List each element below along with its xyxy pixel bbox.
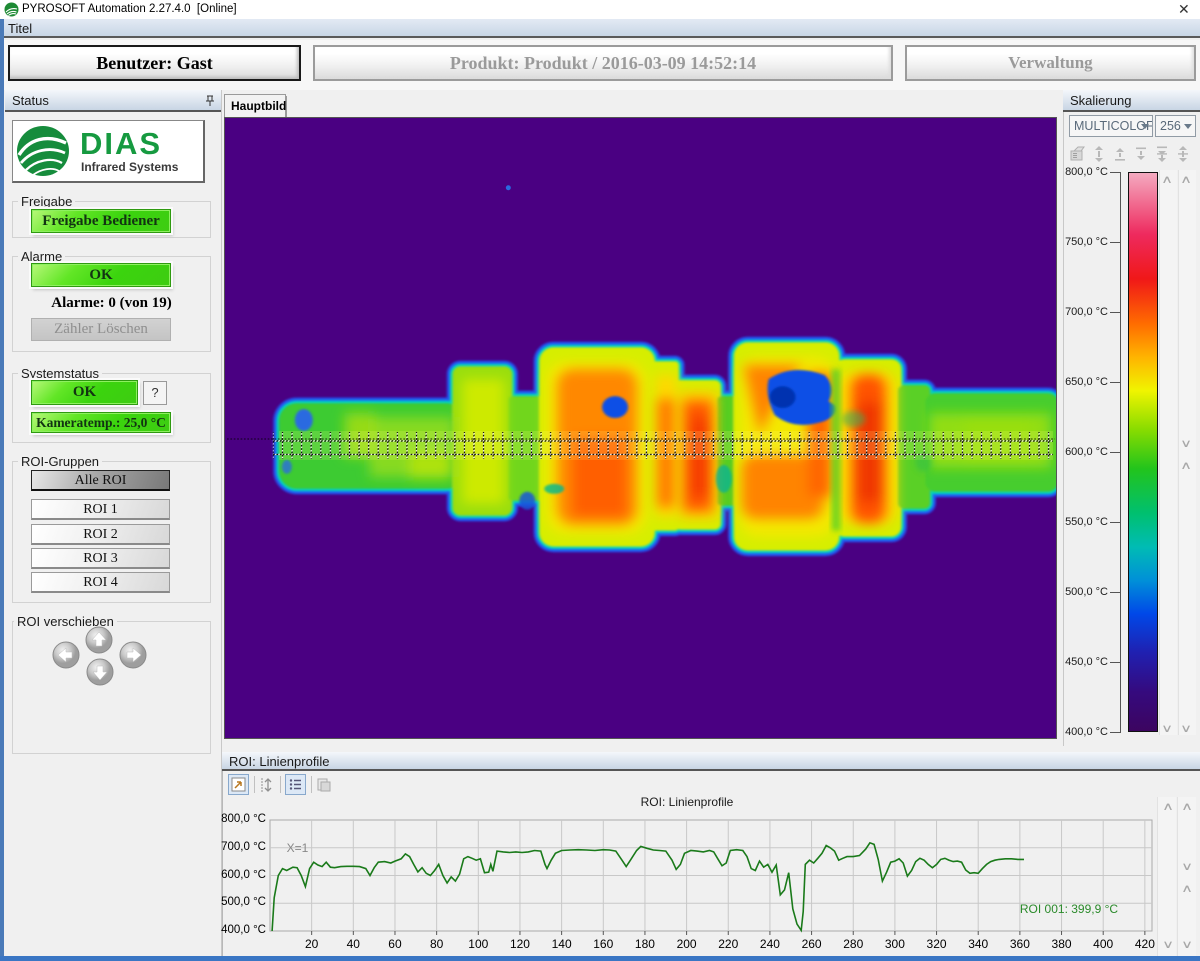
svg-text:X=1: X=1 [287, 841, 309, 855]
svg-text:ROI 001: 399,9 °C: ROI 001: 399,9 °C [1020, 902, 1119, 916]
